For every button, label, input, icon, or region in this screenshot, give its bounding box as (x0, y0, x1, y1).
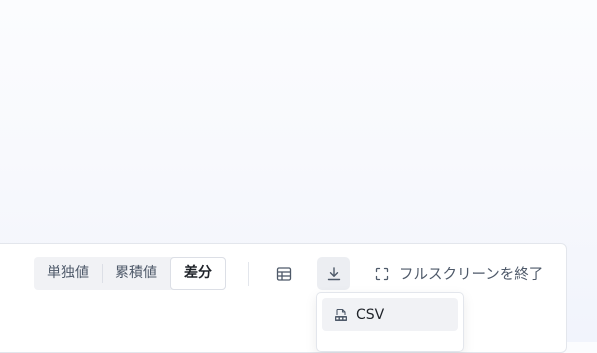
table-icon (276, 266, 292, 282)
download-button[interactable] (317, 257, 350, 290)
segment-option-cumulative-value[interactable]: 累積値 (102, 257, 170, 290)
value-mode-segment: 単独値 累積値 差分 (34, 257, 226, 290)
download-menu-item-csv[interactable]: CSV (322, 298, 458, 331)
download-menu-item-label: CSV (356, 306, 385, 323)
exit-fullscreen-button[interactable]: フルスクリーンを終了 (374, 257, 543, 290)
download-menu: CSV (316, 292, 464, 352)
fullscreen-exit-icon (374, 266, 390, 282)
table-view-button[interactable] (267, 257, 300, 290)
toolbar-divider (248, 262, 249, 286)
csv-file-icon (334, 308, 348, 322)
segment-option-difference[interactable]: 差分 (170, 257, 226, 290)
exit-fullscreen-label: フルスクリーンを終了 (399, 267, 544, 283)
download-icon (326, 266, 342, 282)
segment-option-single-value[interactable]: 単独値 (34, 257, 102, 290)
